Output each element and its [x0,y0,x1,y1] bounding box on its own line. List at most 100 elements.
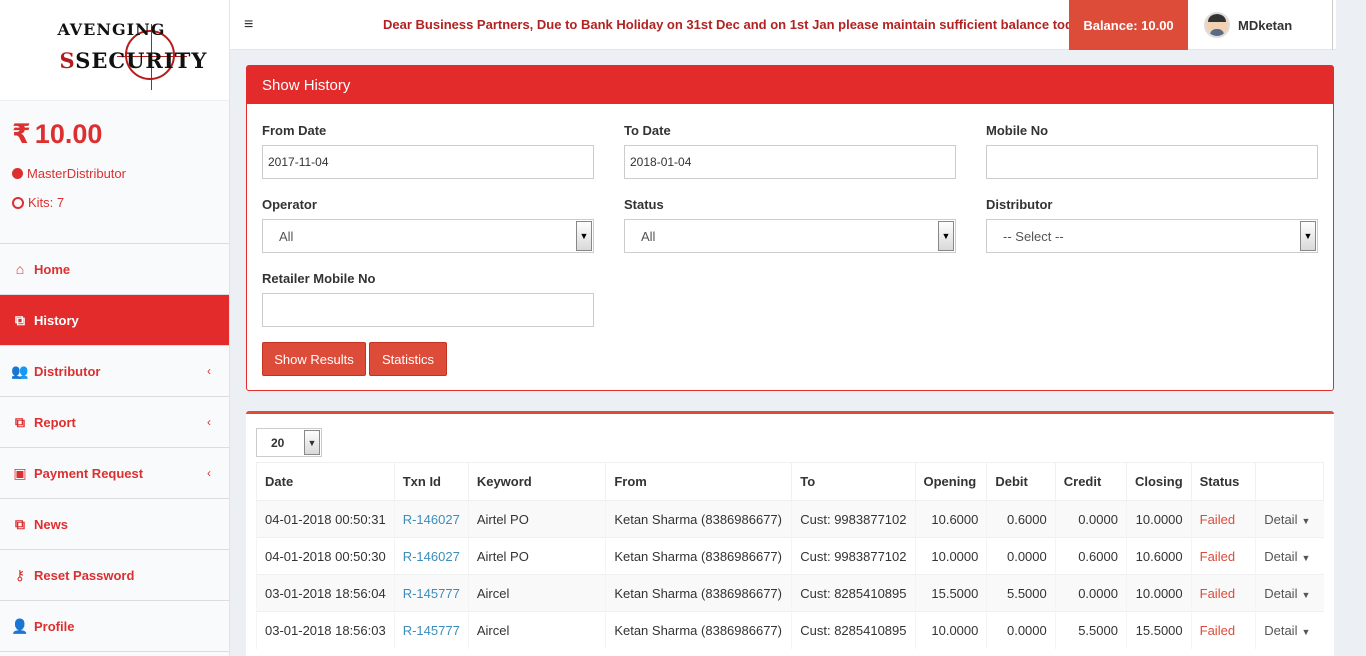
cell-date: 03-01-2018 18:56:03 [256,611,395,649]
sidebar-item-payment-request[interactable]: ▣ Payment Request ‹ [0,448,229,499]
balance-button[interactable]: Balance: 10.00 [1069,0,1188,50]
detail-dropdown[interactable]: Detail ▼ [1255,611,1324,649]
cell-debit: 0.0000 [986,611,1056,649]
chevron-left-icon: ‹ [207,364,211,378]
cell-opening: 15.5000 [914,574,987,612]
money-icon: ▣ [13,464,27,481]
cell-keyword: Aircel [467,611,606,649]
sidebar-item-history[interactable]: ⧉ History [0,295,229,346]
logo-letter-s: S [59,48,76,73]
statistics-button[interactable]: Statistics [369,342,447,376]
txn-id-link[interactable]: R-145777 [393,611,469,649]
sidebar-item-label: Payment Request [34,465,144,481]
operator-label: Operator [262,197,317,212]
copy-icon: ⧉ [15,413,25,430]
detail-dropdown[interactable]: Detail ▼ [1255,500,1324,538]
operator-selected-value: All [279,229,294,244]
cell-credit: 0.0000 [1054,574,1127,612]
cell-credit: 0.0000 [1054,500,1127,538]
column-header-closing[interactable]: Closing [1125,462,1192,501]
show-history-panel: Show History From Date To Date Mobile No… [246,65,1334,391]
detail-label: Detail [1264,622,1298,638]
retailer-mobile-label: Retailer Mobile No [262,271,376,286]
chevron-down-icon[interactable]: ▼ [304,430,320,455]
logo-area[interactable]: AVENGING SSECURITY [0,0,229,100]
column-header-credit[interactable]: Credit [1054,462,1127,501]
logo-word-security: SECURITY [75,48,208,73]
column-header-opening[interactable]: Opening [914,462,988,501]
retailer-mobile-input[interactable] [262,293,594,327]
chevron-down-icon[interactable]: ▼ [576,221,592,251]
detail-label: Detail [1264,585,1298,601]
from-date-input[interactable] [262,145,594,179]
kits-label: Kits: 7 [28,195,65,210]
cell-keyword: Airtel PO [467,537,606,575]
page-size-select[interactable]: 20 ▼ [256,428,322,457]
top-header: ≡ Dear Business Partners, Due to Bank Ho… [230,0,1336,50]
column-header-status[interactable]: Status [1190,462,1257,501]
mobile-no-label: Mobile No [986,123,1049,138]
status-selected-value: All [641,229,656,244]
kits-count: Kits: 7 [12,195,217,210]
from-date-label: From Date [262,123,327,138]
detail-label: Detail [1264,548,1298,564]
status-badge: Failed [1190,611,1256,649]
chevron-down-icon[interactable]: ▼ [1300,221,1316,251]
operator-select[interactable]: All ▼ [262,219,594,253]
caret-down-icon: ▼ [1301,552,1311,563]
brand-logo[interactable]: AVENGING SSECURITY [50,10,206,90]
chevron-left-icon: ‹ [207,466,211,480]
detail-dropdown[interactable]: Detail ▼ [1255,537,1324,575]
sidebar-item-home[interactable]: ⌂ Home [0,244,229,295]
column-header-from[interactable]: From [605,462,793,501]
sidebar-item-profile[interactable]: 👤 Profile [0,601,229,652]
show-results-button[interactable]: Show Results [262,342,366,376]
chevron-down-icon[interactable]: ▼ [938,221,954,251]
cell-opening: 10.6000 [914,500,987,538]
caret-down-icon: ▼ [1301,626,1311,637]
cell-to: Cust: 9983877102 [791,537,915,575]
sidebar-item-reset-password[interactable]: ⚷ Reset Password [0,550,229,601]
column-header-date[interactable]: Date [256,462,395,501]
distributor-select[interactable]: -- Select -- ▼ [986,219,1318,253]
detail-dropdown[interactable]: Detail ▼ [1255,574,1324,612]
mobile-no-input[interactable] [986,145,1318,179]
sidebar-item-distributor[interactable]: 👥 Distributor ‹ [0,346,229,397]
hamburger-menu-icon[interactable]: ≡ [244,16,253,34]
cell-closing: 10.0000 [1125,574,1192,612]
users-icon: 👥 [11,362,29,379]
results-panel: 20 ▼ Date Txn Id Keyword From To Opening… [246,411,1334,656]
txn-id-link[interactable]: R-145777 [393,574,469,612]
txn-id-link[interactable]: R-146027 [393,500,469,538]
username: MDketan [1238,17,1293,33]
logo-letter-a: A [57,20,70,39]
sidebar-item-news[interactable]: ⧉ News [0,499,229,550]
status-select[interactable]: All ▼ [624,219,956,253]
column-header-keyword[interactable]: Keyword [467,462,607,501]
cell-keyword: Airtel PO [467,500,606,538]
column-header-debit[interactable]: Debit [986,462,1056,501]
notice-text: Dear Business Partners, Due to Bank Holi… [383,17,1070,32]
cell-debit: 0.6000 [986,500,1056,538]
column-header-txn-id[interactable]: Txn Id [393,462,469,501]
key-icon: ⚷ [14,566,26,583]
sidebar-item-report[interactable]: ⧉ Report ‹ [0,397,229,448]
panel-title: Show History [247,66,1333,104]
cell-to: Cust: 8285410895 [791,611,915,649]
sidebar-item-label: News [34,516,68,532]
txn-id-link[interactable]: R-146027 [393,537,469,575]
copy-icon: ⧉ [15,515,25,532]
to-date-label: To Date [624,123,671,138]
table-row: 04-01-2018 00:50:30 R-146027 Airtel PO K… [256,537,1324,575]
cell-from: Ketan Sharma (8386986677) [605,574,792,612]
column-header-to[interactable]: To [791,462,916,501]
sidebar-item-label: Reset Password [34,567,135,583]
status-badge: Failed [1190,500,1256,538]
column-header-actions [1255,462,1324,501]
avatar [1204,12,1230,38]
cell-to: Cust: 9983877102 [791,500,915,538]
caret-down-icon: ▼ [1301,515,1311,526]
to-date-input[interactable] [624,145,956,179]
cell-from: Ketan Sharma (8386986677) [605,500,792,538]
user-menu[interactable]: MDketan [1188,0,1333,50]
